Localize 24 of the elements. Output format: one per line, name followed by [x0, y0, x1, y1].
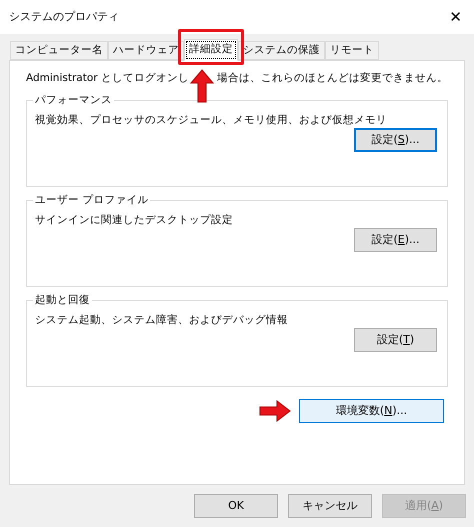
group-description: 視覚効果、プロセッサのスケジュール、メモリ使用、および仮想メモリ: [35, 112, 388, 128]
group-title: 起動と回復: [34, 292, 91, 308]
highlight-frame: [178, 29, 244, 65]
group-description: システム起動、システム障害、およびデバッグ情報: [35, 312, 289, 328]
settings-button[interactable]: 設定(E)...: [354, 228, 437, 252]
notice-text: Administrator としてログオンし: [26, 71, 189, 86]
group-title: ユーザー プロファイル: [34, 192, 150, 208]
environment-variables-button[interactable]: 環境変数(N)...: [299, 398, 444, 423]
tab[interactable]: ハードウェア: [108, 41, 184, 60]
tab[interactable]: 詳細設定: [184, 39, 238, 61]
group-description: サインインに関連したデスクトップ設定: [35, 212, 234, 228]
arrow-icon: [259, 400, 291, 422]
settings-button[interactable]: 設定(T): [354, 328, 437, 352]
dialog-button[interactable]: キャンセル: [288, 494, 372, 518]
settings-button[interactable]: 設定(S)...: [354, 128, 437, 152]
group-title: パフォーマンス: [34, 92, 113, 108]
tab[interactable]: リモート: [325, 41, 379, 60]
close-button[interactable]: ✕: [449, 6, 462, 28]
arrow-icon: [190, 69, 214, 103]
window-title: システムのプロパティ: [9, 8, 119, 25]
dialog-button[interactable]: OK: [194, 494, 278, 518]
notice-text: 場合は、これらのほとんどは変更できません。: [216, 71, 448, 86]
tab[interactable]: コンピューター名: [10, 41, 108, 60]
tab[interactable]: システムの保護: [238, 41, 325, 60]
